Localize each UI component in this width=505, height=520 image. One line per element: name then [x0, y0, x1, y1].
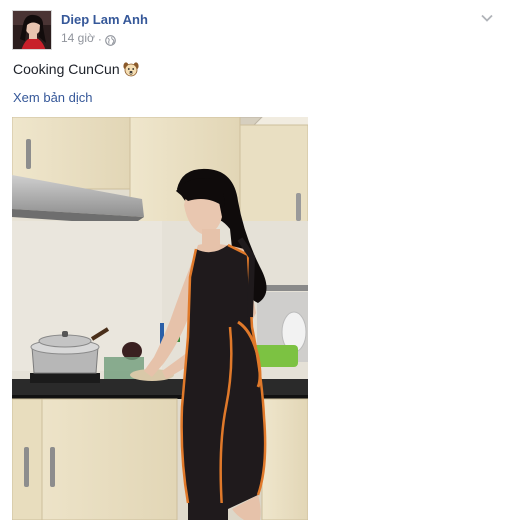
author-avatar[interactable] [12, 10, 52, 50]
see-translation-link[interactable]: Xem bản dịch [13, 90, 93, 106]
chevron-down-icon[interactable] [479, 10, 495, 26]
post-message: Cooking CunCun [13, 60, 139, 78]
post-message-text: Cooking CunCun [13, 61, 120, 77]
post-header: Diep Lam Anh 14 giờ · [12, 10, 148, 50]
post-meta: Diep Lam Anh 14 giờ · [61, 10, 148, 50]
meta-separator: · [97, 31, 102, 46]
author-name[interactable]: Diep Lam Anh [61, 11, 148, 28]
post-photo[interactable] [12, 117, 308, 520]
post-subline: 14 giờ · [61, 31, 148, 46]
feed-post: Diep Lam Anh 14 giờ · Cooking CunCun Xem… [0, 0, 505, 520]
globe-icon[interactable] [105, 33, 116, 46]
post-timestamp[interactable]: 14 giờ [61, 31, 95, 46]
kitchen-photo [12, 117, 308, 520]
dog-face-icon [123, 61, 139, 77]
